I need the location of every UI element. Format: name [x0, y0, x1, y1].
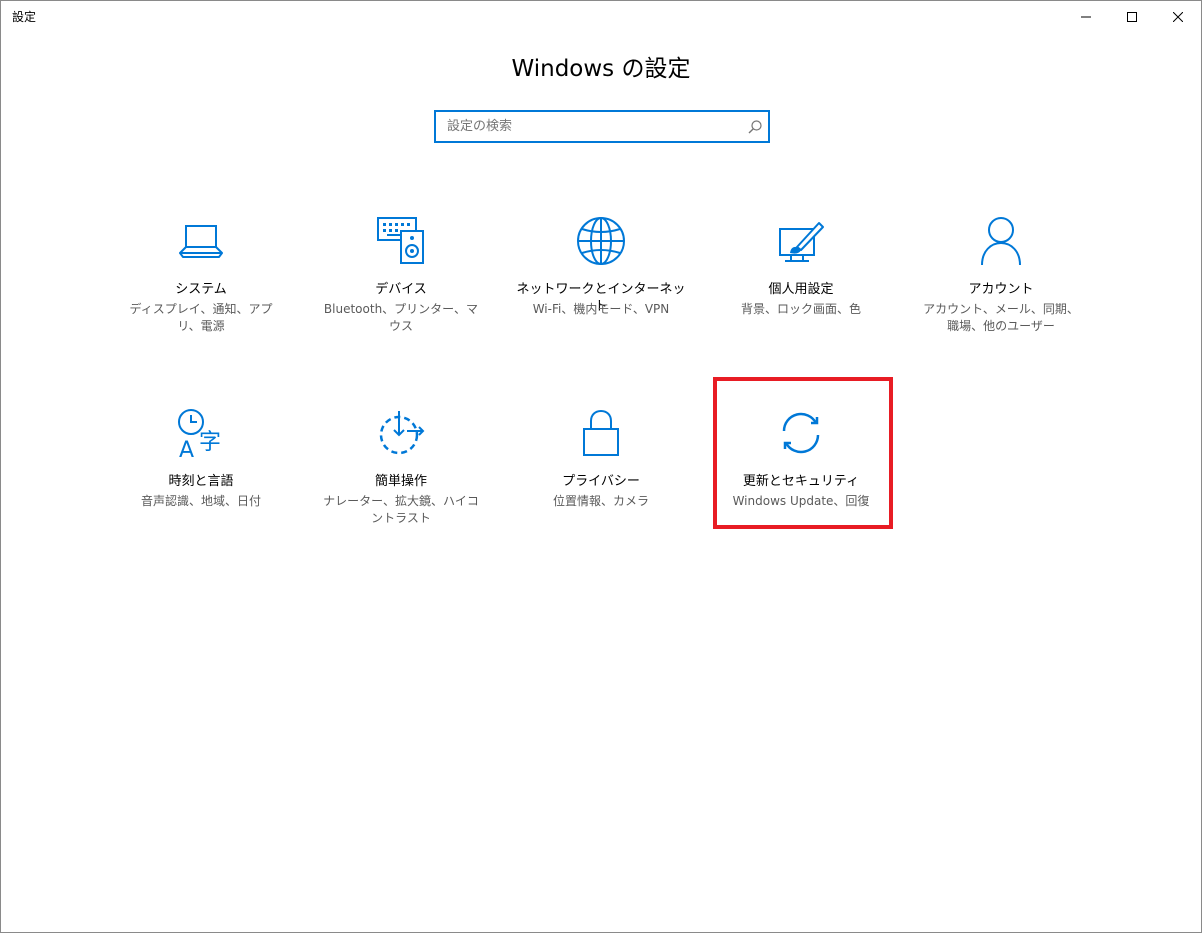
page-title: Windows の設定 [511, 56, 691, 82]
tile-description: ディスプレイ、通知、アプリ、電源 [129, 302, 273, 333]
maximize-icon [1127, 12, 1137, 22]
tile-label: 個人用設定 [768, 282, 834, 297]
tile-system[interactable]: システム ディスプレイ、通知、アプリ、電源 [111, 215, 291, 355]
tile-network[interactable]: ネットワークとインターネット Wi-Fi、機内モード、VPN [511, 215, 691, 355]
tile-description: 背景、ロック画面、色 [740, 302, 861, 316]
update-sync-icon [775, 407, 827, 459]
laptop-icon [175, 215, 227, 267]
globe-icon [575, 215, 627, 267]
lock-icon [575, 407, 627, 459]
tile-accounts[interactable]: アカウント アカウント、メール、同期、職場、他のユーザー [911, 215, 1091, 355]
tile-description: 位置情報、カメラ [552, 494, 649, 508]
tile-description: Bluetooth、プリンター、マウス [323, 302, 479, 333]
ease-of-access-icon [375, 407, 427, 459]
search-box[interactable] [434, 110, 770, 143]
svg-text:A: A [179, 438, 194, 459]
tile-label: 更新とセキュリティ [742, 474, 860, 489]
minimize-button[interactable] [1063, 1, 1109, 33]
tile-personalization[interactable]: 個人用設定 背景、ロック画面、色 [711, 215, 891, 355]
tile-description: アカウント、メール、同期、職場、他のユーザー [923, 302, 1079, 333]
tile-label: アカウント [968, 282, 1034, 297]
tile-description: 音声認識、地域、日付 [140, 494, 261, 508]
maximize-button[interactable] [1109, 1, 1155, 33]
tile-label: プライバシー [562, 474, 640, 489]
tile-time-language[interactable]: A 字 時刻と言語 音声認識、地域、日付 [111, 407, 291, 547]
tile-label: デバイス [375, 282, 427, 297]
tile-label: 簡単操作 [374, 474, 427, 489]
time-language-icon: A 字 [175, 407, 227, 459]
tile-devices[interactable]: デバイス Bluetooth、プリンター、マウス [311, 215, 491, 355]
search-input[interactable] [436, 112, 736, 141]
window-title: 設定 [12, 10, 37, 24]
search-icon[interactable] [747, 119, 763, 135]
minimize-icon [1081, 16, 1091, 18]
tile-description: Wi-Fi、機内モード、VPN [532, 302, 670, 316]
svg-text:字: 字 [199, 430, 221, 455]
tile-ease-of-access[interactable]: 簡単操作 ナレーター、拡大鏡、ハイコントラスト [311, 407, 491, 547]
title-bar[interactable]: 設定 [1, 1, 1201, 33]
person-icon [975, 215, 1027, 267]
tile-description: Windows Update、回復 [732, 494, 870, 508]
tile-update-security[interactable]: 更新とセキュリティ Windows Update、回復 [711, 407, 891, 547]
tile-label: システム [175, 282, 227, 297]
tile-description: ナレーター、拡大鏡、ハイコントラスト [323, 494, 479, 525]
close-icon [1173, 12, 1183, 22]
keyboard-speaker-icon [375, 215, 427, 267]
tile-label: 時刻と言語 [168, 474, 234, 489]
close-button[interactable] [1155, 1, 1201, 33]
settings-window: 設定 Windows の設定 設定の検索 システム ディスプレイ、通知、アプリ、… [0, 0, 1202, 933]
tile-privacy[interactable]: プライバシー 位置情報、カメラ [511, 407, 691, 547]
paint-icon [775, 215, 827, 267]
